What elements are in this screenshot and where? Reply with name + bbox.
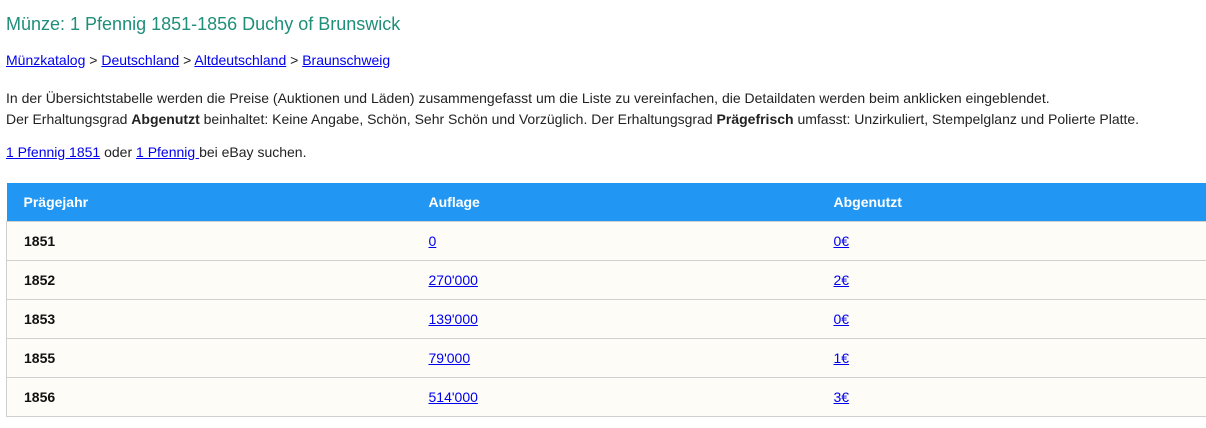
mintage-link[interactable]: 270'000 [429,272,478,288]
table-header-row: Prägejahr Auflage Abgenutzt [6,183,1206,221]
header-abgenutzt: Abgenutzt [833,193,902,210]
table-row: 1855 79'000 1€ [6,338,1206,377]
grade-abgenutzt: Abgenutzt [131,111,200,127]
table-row: 1851 0 0€ [6,221,1206,260]
cell-price: 0€ [817,221,1206,260]
price-link[interactable]: 3€ [834,389,850,405]
ebay-text: oder [100,144,137,160]
info-line-1: In der Übersichtstabelle werden die Prei… [6,90,1050,106]
grade-praegefrisch: Prägefrisch [716,111,794,127]
cell-year: 1852 [6,260,412,299]
cell-mintage: 0 [412,221,817,260]
breadcrumb-link-braunschweig[interactable]: Braunschweig [302,52,390,68]
price-link[interactable]: 2€ [834,272,850,288]
header-auflage: Auflage [428,193,480,210]
cell-mintage: 79'000 [412,338,817,377]
info-text: In der Übersichtstabelle werden die Prei… [6,88,1139,130]
cell-year: 1851 [6,221,412,260]
table-row: 1852 270'000 2€ [6,260,1206,299]
cell-price: 0€ [817,299,1206,338]
info-text-part: umfasst: Unzirkuliert, Stempelglanz und … [793,111,1140,127]
cell-year: 1855 [6,338,412,377]
info-text-part: beinhaltet: Keine Angabe, Schön, Sehr Sc… [199,111,717,127]
mintage-link[interactable]: 79'000 [429,350,471,366]
cell-mintage: 514'000 [412,377,817,416]
coin-table: Prägejahr Auflage Abgenutzt 1851 0 0€ 18… [6,183,1206,417]
ebay-link-1-pfennig[interactable]: 1 Pfennig [136,144,199,160]
header-praegejahr: Prägejahr [23,193,89,210]
mintage-link[interactable]: 0 [429,233,437,249]
breadcrumb-separator: > [89,52,98,68]
cell-mintage: 139'000 [412,299,817,338]
ebay-text: bei eBay suchen. [199,144,307,160]
cell-mintage: 270'000 [412,260,817,299]
mintage-link[interactable]: 139'000 [429,311,478,327]
page: Münze: 1 Pfennig 1851-1856 Duchy of Brun… [0,0,1206,428]
breadcrumb: Münzkatalog > Deutschland > Altdeutschla… [6,52,390,68]
info-text-part: Der Erhaltungsgrad [6,111,132,127]
price-link[interactable]: 0€ [834,233,850,249]
ebay-search-line: 1 Pfennig 1851 oder 1 Pfennig bei eBay s… [6,144,306,160]
breadcrumb-link-altdeutschland[interactable]: Altdeutschland [194,52,286,68]
ebay-link-1-pfennig-1851[interactable]: 1 Pfennig 1851 [6,144,100,160]
breadcrumb-separator: > [290,52,299,68]
breadcrumb-link-deutschland[interactable]: Deutschland [101,52,179,68]
mintage-link[interactable]: 514'000 [429,389,478,405]
breadcrumb-link-muenzkatalog[interactable]: Münzkatalog [6,52,85,68]
price-link[interactable]: 0€ [834,311,850,327]
table-row: 1853 139'000 0€ [6,299,1206,338]
page-title: Münze: 1 Pfennig 1851-1856 Duchy of Brun… [6,14,401,34]
cell-price: 3€ [817,377,1206,416]
cell-year: 1853 [6,299,412,338]
cell-price: 2€ [817,260,1206,299]
info-line-2: Der Erhaltungsgrad Abgenutzt beinhaltet:… [6,109,1139,130]
price-link[interactable]: 1€ [834,350,850,366]
table-row: 1856 514'000 3€ [6,377,1206,416]
cell-price: 1€ [817,338,1206,377]
breadcrumb-separator: > [183,52,192,68]
cell-year: 1856 [6,377,412,416]
